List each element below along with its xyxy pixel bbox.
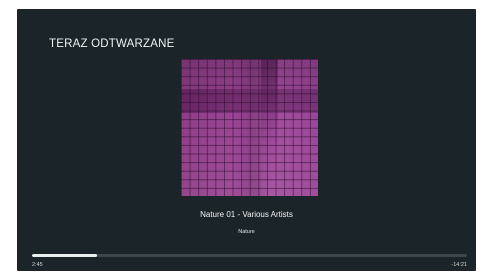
remaining-time: -14:21 bbox=[451, 262, 467, 268]
album-art-grid-pattern bbox=[181, 59, 318, 196]
elapsed-time: 2:45 bbox=[32, 262, 43, 268]
playback-progress-fill bbox=[32, 254, 98, 257]
album-art-image bbox=[181, 59, 318, 196]
playback-progress-bar[interactable] bbox=[32, 254, 467, 257]
track-album: Nature bbox=[238, 229, 255, 235]
now-playing-screen: TERAZ ODTWARZANE Nature 01 - Various Art… bbox=[17, 9, 476, 271]
page-title: TERAZ ODTWARZANE bbox=[49, 38, 175, 50]
screen: TERAZ ODTWARZANE Nature 01 - Various Art… bbox=[0, 0, 486, 277]
track-title: Nature 01 - Various Artists bbox=[200, 210, 293, 219]
